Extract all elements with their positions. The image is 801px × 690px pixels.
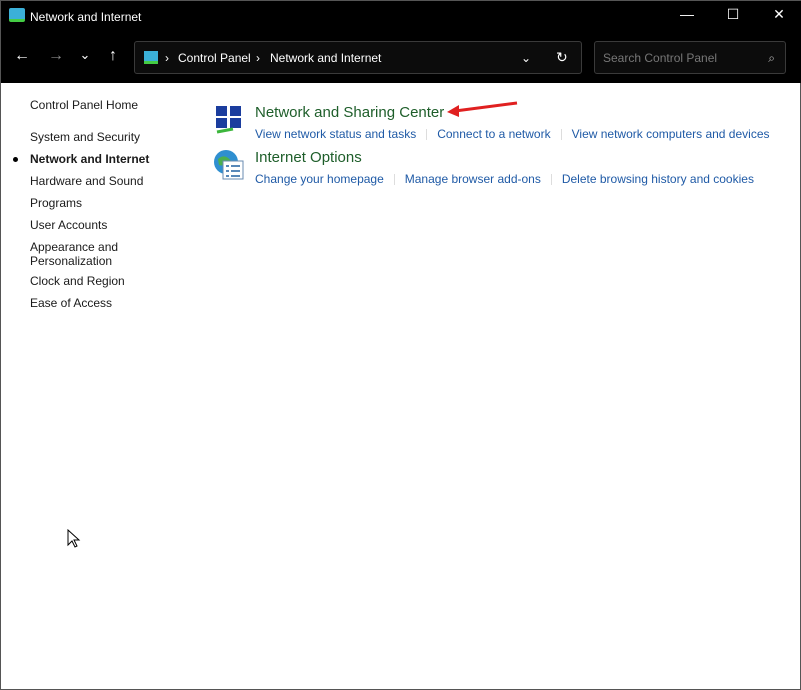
sidebar-item-system-and-security[interactable]: System and Security: [30, 130, 140, 144]
delete-browsing-history-link[interactable]: Delete browsing history and cookies: [562, 172, 754, 186]
navigation-bar: ← → ⌄ ↑ › Control Panel › Network and In…: [1, 33, 801, 83]
sidebar-item-network-and-internet[interactable]: Network and Internet: [30, 152, 149, 166]
divider: [426, 129, 428, 141]
sidebar-item-hardware-and-sound[interactable]: Hardware and Sound: [30, 174, 143, 188]
annotation-arrow-icon: [447, 101, 518, 117]
breadcrumb-network-and-internet[interactable]: Network and Internet: [270, 51, 381, 65]
recent-locations-button[interactable]: ⌄: [75, 47, 95, 63]
sidebar-item-clock-and-region[interactable]: Clock and Region: [30, 274, 125, 288]
internet-options-link[interactable]: Internet Options: [255, 149, 362, 166]
search-input[interactable]: Search Control Panel ⌕: [594, 41, 786, 74]
divider: [393, 174, 395, 186]
up-button[interactable]: ↑: [103, 47, 123, 65]
search-icon[interactable]: ⌕: [768, 51, 775, 66]
sidebar-item-programs[interactable]: Programs: [30, 196, 82, 210]
close-button[interactable]: ✕: [756, 6, 801, 23]
title-bar: Network and Internet — ☐ ✕: [1, 1, 801, 33]
sidebar-item-user-accounts[interactable]: User Accounts: [30, 218, 107, 232]
divider: [550, 174, 552, 186]
search-placeholder: Search Control Panel: [603, 51, 718, 65]
back-button[interactable]: ←: [12, 47, 32, 65]
forward-button[interactable]: →: [46, 47, 66, 65]
change-homepage-link[interactable]: Change your homepage: [255, 172, 384, 186]
view-network-status-link[interactable]: View network status and tasks: [255, 127, 416, 141]
breadcrumb-control-panel[interactable]: Control Panel: [178, 51, 251, 65]
connect-to-network-link[interactable]: Connect to a network: [437, 127, 550, 141]
control-panel-network-icon: [144, 51, 158, 64]
mouse-cursor-icon: [67, 529, 81, 548]
refresh-button[interactable]: ↻: [556, 49, 568, 66]
manage-add-ons-link[interactable]: Manage browser add-ons: [405, 172, 541, 186]
selected-indicator: [13, 157, 18, 162]
minimize-button[interactable]: —: [664, 6, 710, 22]
sidebar-item-appearance-and-personalization[interactable]: Appearance and Personalization: [30, 240, 130, 268]
internet-options-icon: [214, 150, 244, 180]
sidebar-item-control-panel-home[interactable]: Control Panel Home: [30, 98, 138, 112]
breadcrumb-separator[interactable]: ›: [165, 51, 169, 65]
maximize-button[interactable]: ☐: [710, 6, 756, 23]
divider: [560, 129, 562, 141]
sidebar-item-ease-of-access[interactable]: Ease of Access: [30, 296, 112, 310]
breadcrumb-separator[interactable]: ›: [256, 51, 260, 65]
network-and-sharing-center-link[interactable]: Network and Sharing Center: [255, 104, 444, 121]
window-title: Network and Internet: [30, 10, 142, 24]
address-bar[interactable]: › Control Panel › Network and Internet ⌄…: [134, 41, 582, 74]
address-dropdown-button[interactable]: ⌄: [521, 51, 531, 65]
network-sharing-icon: [216, 106, 241, 134]
view-network-computers-link[interactable]: View network computers and devices: [572, 127, 770, 141]
control-panel-network-icon: [9, 8, 25, 22]
